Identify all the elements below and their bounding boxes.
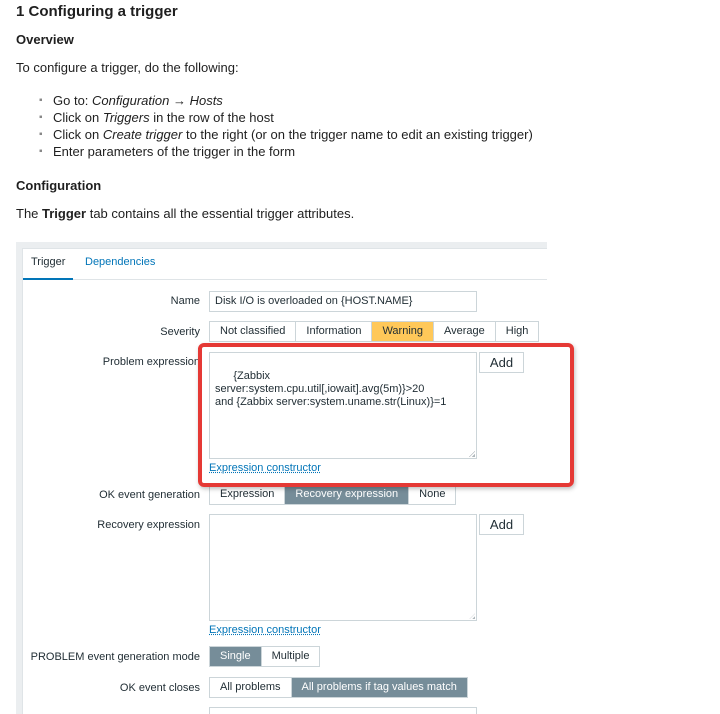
page-title: 1 Configuring a trigger (16, 3, 178, 20)
list-item: ▪ Go to: Configuration → Hosts (39, 93, 223, 108)
problem-mode-label: PROBLEM event generation mode (30, 651, 200, 663)
severity-label: Severity (160, 326, 200, 338)
ok-event-closes-selector: All problems All problems if tag values … (209, 677, 468, 698)
recovery-expression-constructor-link[interactable]: Expression constructor (209, 624, 321, 636)
recovery-expression-label: Recovery expression (97, 519, 200, 531)
problem-mode-single-button[interactable]: Single (210, 647, 262, 666)
ok-closes-all-problems-button[interactable]: All problems (210, 678, 292, 697)
trigger-form-screenshot: Trigger Dependencies Name Disk I/O is ov… (16, 242, 547, 714)
configuration-heading: Configuration (16, 178, 102, 193)
ok-event-generation-label: OK event generation (99, 489, 200, 501)
list-item: ▪ Enter parameters of the trigger in the … (39, 144, 296, 159)
ok-event-recovery-expression-button[interactable]: Recovery expression (285, 485, 410, 504)
add-recovery-expression-button[interactable]: Add (479, 514, 524, 535)
intro-text: To configure a trigger, do the following… (16, 60, 239, 75)
tab-bar: Trigger Dependencies (23, 249, 547, 280)
configuration-text: The Trigger tab contains all the essenti… (16, 206, 355, 221)
problem-expression-constructor-link[interactable]: Expression constructor (209, 462, 321, 474)
problem-expression-field[interactable]: {Zabbix server:system.cpu.util[,iowait].… (209, 352, 477, 459)
problem-expression-label: Problem expression (102, 356, 200, 368)
severity-warning-button[interactable]: Warning (372, 322, 435, 341)
problem-mode-multiple-button[interactable]: Multiple (262, 647, 320, 666)
name-field[interactable]: Disk I/O is overloaded on {HOST.NAME} (209, 291, 477, 312)
steps-list: ▪ Go to: Configuration → Hosts ▪ Click on … (37, 92, 533, 160)
resize-handle-icon[interactable] (469, 451, 475, 457)
tab-trigger[interactable]: Trigger (23, 256, 74, 280)
severity-information-button[interactable]: Information (296, 322, 373, 341)
recovery-expression-field[interactable] (209, 514, 477, 621)
tab-dependencies[interactable]: Dependencies (85, 256, 155, 278)
add-problem-expression-button[interactable]: Add (479, 352, 524, 373)
problem-mode-selector: Single Multiple (209, 646, 321, 667)
severity-selector: Not classified Information Warning Avera… (209, 321, 540, 342)
ok-event-none-button[interactable]: None (409, 485, 455, 504)
list-item: ▪ Click on Create trigger to the right (o… (39, 127, 533, 142)
trigger-form-panel: Trigger Dependencies Name Disk I/O is ov… (22, 248, 547, 714)
name-label: Name (170, 295, 200, 307)
severity-high-button[interactable]: High (496, 322, 539, 341)
overview-heading: Overview (16, 32, 74, 47)
severity-not-classified-button[interactable]: Not classified (210, 322, 297, 341)
ok-event-generation-selector: Expression Recovery expression None (209, 484, 457, 505)
ok-event-expression-button[interactable]: Expression (210, 485, 286, 504)
resize-handle-icon[interactable] (469, 613, 475, 619)
list-item: ▪ Click on Triggers in the row of the hos… (39, 110, 274, 125)
next-field-partial[interactable] (209, 707, 477, 714)
ok-closes-tag-match-button[interactable]: All problems if tag values match (291, 678, 467, 697)
severity-average-button[interactable]: Average (434, 322, 496, 341)
ok-event-closes-label: OK event closes (119, 682, 200, 694)
